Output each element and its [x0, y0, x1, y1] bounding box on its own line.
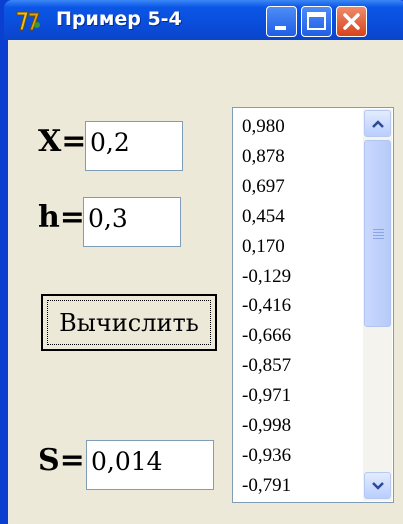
list-item[interactable]: -0,129 — [242, 262, 291, 292]
list-item[interactable]: -0,791 — [242, 471, 291, 501]
app-logo-icon — [16, 11, 40, 31]
list-item[interactable]: -0,936 — [242, 441, 291, 471]
window-title: Пример 5-4 — [56, 8, 182, 30]
app-window: Пример 5-4 X= 0,2 h= 0,3 Вычислить S= 0,… — [0, 0, 403, 524]
results-list: 0,980 0,878 0,697 0,454 0,170 -0,129 -0,… — [242, 112, 291, 501]
list-item[interactable]: 0,454 — [242, 202, 291, 232]
maximize-icon — [307, 12, 326, 30]
x-input[interactable]: 0,2 — [85, 121, 183, 171]
scroll-down-button[interactable] — [364, 472, 391, 499]
chevron-down-icon — [371, 481, 384, 490]
list-item[interactable]: 0,697 — [242, 172, 291, 202]
list-item[interactable]: -0,666 — [242, 321, 291, 351]
list-item[interactable]: -0,857 — [242, 351, 291, 381]
h-label: h= — [38, 200, 85, 235]
maximize-button[interactable] — [301, 6, 332, 37]
list-item[interactable]: 0,170 — [242, 232, 291, 262]
s-label: S= — [38, 443, 85, 478]
minimize-icon — [275, 26, 286, 30]
close-button[interactable] — [336, 6, 367, 37]
list-item[interactable]: -0,971 — [242, 381, 291, 411]
s-output: 0,014 — [86, 440, 214, 490]
list-item[interactable]: 0,980 — [242, 112, 291, 142]
list-item[interactable]: -0,416 — [242, 291, 291, 321]
scroll-up-button[interactable] — [364, 110, 391, 137]
list-item[interactable]: 0,878 — [242, 142, 291, 172]
close-icon — [343, 13, 360, 30]
minimize-button[interactable] — [266, 6, 297, 37]
results-listbox[interactable]: 0,980 0,878 0,697 0,454 0,170 -0,129 -0,… — [232, 107, 394, 503]
client-area: X= 0,2 h= 0,3 Вычислить S= 0,014 0,980 0… — [8, 40, 403, 524]
chevron-up-icon — [371, 119, 384, 128]
h-input[interactable]: 0,3 — [83, 197, 181, 247]
list-item[interactable]: -0,998 — [242, 411, 291, 441]
title-bar[interactable]: Пример 5-4 — [4, 0, 403, 40]
calculate-button[interactable]: Вычислить — [41, 294, 217, 351]
scroll-thumb[interactable] — [364, 140, 391, 327]
calculate-button-label: Вычислить — [47, 300, 211, 345]
vertical-scrollbar[interactable] — [363, 109, 392, 501]
x-label: X= — [38, 124, 87, 159]
